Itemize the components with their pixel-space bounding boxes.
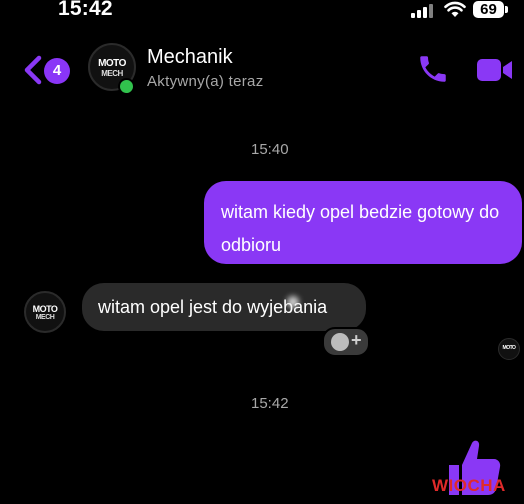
contact-name[interactable]: Mechanik [147,46,233,69]
sender-avatar-logo-line2: MECH [35,314,55,321]
outgoing-message-text: witam kiedy opel bedzie gotowy do odbior… [221,202,500,255]
status-time: 15:42 [58,0,113,20]
censor-blur [287,296,299,308]
sender-avatar-logo-line1: MOTO [32,304,58,314]
reaction-plus: + [351,330,362,350]
watermark: WIOCHA [432,476,506,495]
timestamp: 15:40 [251,141,289,158]
contact-status: Aktywny(a) teraz [147,73,264,90]
signal-icon [411,4,437,18]
video-camera-icon[interactable] [476,56,514,84]
sender-avatar[interactable]: MOTO MECH [24,291,66,333]
back-chevron-icon[interactable] [22,54,44,86]
battery-nub [505,6,508,13]
avatar-logo-line1: MOTO [98,58,126,69]
phone-icon[interactable] [416,52,450,86]
read-avatar-logo-line1: MOTO [502,345,516,351]
avatar-logo-line2: MECH [101,69,123,78]
add-reaction-button[interactable]: + [322,327,370,357]
timestamp: 15:42 [251,395,289,412]
wifi-icon [444,1,466,17]
read-receipt-avatar: MOTO [498,338,520,360]
online-indicator [118,78,135,95]
battery-icon: 69 [473,1,504,18]
unread-count-badge[interactable]: 4 [44,58,70,84]
emoji-react-icon [331,333,349,351]
